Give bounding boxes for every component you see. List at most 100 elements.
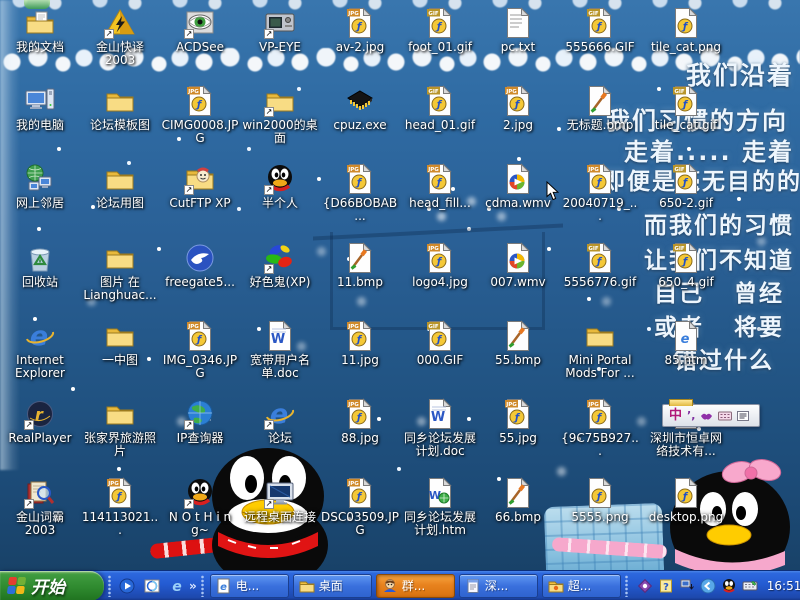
taskbar-task-3[interactable]: 群... <box>376 574 455 598</box>
tasks-grip[interactable] <box>201 575 204 597</box>
desktop-icon[interactable]: ƒdesktop.png <box>647 477 725 524</box>
desktop-icon[interactable]: JPGƒ55.jpg <box>479 398 557 445</box>
desktop-icon[interactable]: JPGƒIMG_0346.JPG <box>161 320 239 380</box>
desktop-icon[interactable]: cdma.wmv <box>479 163 557 210</box>
desktop-icon[interactable]: ↗win2000的桌面 <box>241 85 319 145</box>
desktop-icon[interactable]: JPGƒ20040719_... <box>561 163 639 223</box>
desktop-icon[interactable]: GIFƒfoot_01.gif <box>401 7 479 54</box>
desktop-icon[interactable]: cpuz.exe <box>321 85 399 132</box>
desktop-icon[interactable]: ↗半个人 <box>241 163 319 210</box>
desktop-icon[interactable]: GIFƒ650_4.gif <box>647 242 725 289</box>
desktop[interactable]: 我们沿着我们习惯的方向走着..... 走着即便是毫无目的的而我们的习惯让我们不知… <box>0 0 800 600</box>
desktop-icon[interactable]: r↗RealPlayer <box>1 398 79 445</box>
desktop-icon[interactable]: JPGƒ88.jpg <box>321 398 399 445</box>
desktop-icon[interactable]: 网上邻居 <box>1 163 79 210</box>
svg-text:GIF: GIF <box>674 246 685 252</box>
desktop-icon[interactable]: ↗CutFTP XP <box>161 163 239 210</box>
ime-punctuation-button[interactable]: ’, <box>687 410 695 421</box>
desktop-icon[interactable]: 图片 在 Lianghuac... <box>81 242 159 302</box>
desktop-icon[interactable]: ƒtile_cat.png <box>647 7 725 54</box>
wallpaper-text-line: 走着..... 走着 <box>624 132 794 167</box>
desktop-icon[interactable]: GIFƒ5556776.gif <box>561 242 639 289</box>
desktop-icon-label: 650-2.gif <box>647 197 725 210</box>
desktop-icon[interactable]: GIFƒ555666.GIF <box>561 7 639 54</box>
desktop-icon[interactable]: 007.wmv <box>479 242 557 289</box>
desktop-icon[interactable]: JPGƒ11.jpg <box>321 320 399 367</box>
desktop-icon[interactable]: Mini Portal Mods For ... <box>561 320 639 380</box>
desktop-icon[interactable]: W同乡论坛发展计划.doc <box>401 398 479 458</box>
ime-lips-icon[interactable] <box>700 406 713 425</box>
desktop-icon[interactable]: GIFƒ650-2.gif <box>647 163 725 210</box>
htm-icon: e <box>670 320 702 352</box>
desktop-icon[interactable]: 一中图 <box>81 320 159 367</box>
desktop-icon[interactable]: 我的文档 <box>1 7 79 54</box>
desktop-icon[interactable]: 张家界旅游照片 <box>81 398 159 458</box>
desktop-icon[interactable]: GIFƒ000.GIF <box>401 320 479 367</box>
desktop-icon[interactable]: JPGƒlogo4.jpg <box>401 242 479 289</box>
desktop-icon-label: foot_01.gif <box>401 41 479 54</box>
desktop-icon[interactable]: freegate5... <box>161 242 239 289</box>
desktop-icon[interactable]: 无标题.bmp <box>561 85 639 132</box>
internet-explorer-icon[interactable]: e <box>167 576 187 596</box>
desktop-icon[interactable]: W宽带用户名单.doc <box>241 320 319 380</box>
desktop-icon[interactable]: e↗论坛 <box>241 398 319 445</box>
taskbar-task-2[interactable]: 桌面 <box>293 574 372 598</box>
collapse-chevron-icon[interactable] <box>700 578 716 594</box>
dochtm-icon: W <box>424 477 456 509</box>
desktop-icon[interactable]: JPGƒhead_fill... <box>401 163 479 210</box>
desktop-icon[interactable]: JPGƒ2.jpg <box>479 85 557 132</box>
ime-mode-button[interactable]: 中 <box>669 409 682 422</box>
desktop-icon[interactable]: JPGƒ{D66BOBAB... <box>321 163 399 223</box>
purple-app-icon[interactable] <box>637 578 653 594</box>
desktop-icon[interactable]: ↗好色鬼(XP) <box>241 242 319 289</box>
desktop-icon[interactable]: JPGƒav-2.jpg <box>321 7 399 54</box>
start-button[interactable]: 开始 <box>0 571 104 600</box>
desktop-icon[interactable]: ↗金山词霸 2003 <box>1 477 79 537</box>
desktop-icon[interactable]: JPGƒ{9C75B927... <box>561 398 639 458</box>
desktop-icon[interactable]: 66.bmp <box>479 477 557 524</box>
desktop-icon[interactable]: 11.bmp <box>321 242 399 289</box>
ime-menu-icon[interactable] <box>737 406 749 425</box>
desktop-icon[interactable]: eInternet Explorer <box>1 320 79 380</box>
cuteftp-icon: ↗ <box>184 163 216 195</box>
help-note-icon[interactable]: ? <box>658 578 674 594</box>
taskbar-task-1[interactable]: e电... <box>210 574 289 598</box>
desktop-icon[interactable]: e85.htm <box>647 320 725 367</box>
desktop-icon[interactable]: JPGƒCIMG0008.JPG <box>161 85 239 145</box>
taskbar-task-5[interactable]: 超... <box>542 574 621 598</box>
svg-text:JPG: JPG <box>347 324 359 330</box>
desktop-icon[interactable]: ↗ACDSee <box>161 7 239 54</box>
display-arrow-icon[interactable] <box>679 578 695 594</box>
ime-language-bar[interactable]: 中 ’, <box>662 404 760 427</box>
desktop-icon[interactable]: ↗N O t H i n g~ <box>161 477 239 537</box>
kingsoft-icon: ↗ <box>104 7 136 39</box>
outlook-express-icon[interactable] <box>142 576 162 596</box>
desktop-icon[interactable]: 我的电脑 <box>1 85 79 132</box>
desktop-icon[interactable]: ↗远程桌面连接 <box>241 477 319 524</box>
desktop-icon[interactable]: W同乡论坛发展计划.htm <box>401 477 479 537</box>
desktop-icon[interactable]: 55.bmp <box>479 320 557 367</box>
desktop-icon[interactable]: ↗金山快译 2003 <box>81 7 159 67</box>
desktop-icon[interactable]: 回收站 <box>1 242 79 289</box>
tray-clock[interactable]: 16:51 <box>767 579 800 593</box>
quick-launch-overflow-chevron[interactable]: » <box>189 579 197 593</box>
quick-launch-grip[interactable] <box>108 575 111 597</box>
desktop-icon[interactable]: GIFƒtile_cat.gif <box>647 85 725 132</box>
desktop-icon[interactable]: pc.txt <box>479 7 557 54</box>
desktop-icon[interactable]: JPGƒDSC03509.JPG <box>321 477 399 537</box>
taskbar-task-4[interactable]: 深... <box>459 574 538 598</box>
desktop-icon[interactable]: 论坛用图 <box>81 163 159 210</box>
media-player-icon[interactable] <box>117 576 137 596</box>
svg-text:JPG: JPG <box>505 89 517 95</box>
svg-text:JPG: JPG <box>427 167 439 173</box>
ime-soft-keyboard-icon[interactable] <box>718 406 732 425</box>
desktop-icon-label: {9C75B927... <box>561 432 639 458</box>
desktop-icon[interactable]: ↗VP-EYE <box>241 7 319 54</box>
desktop-icon[interactable]: ƒ5555.png <box>561 477 639 524</box>
desktop-icon[interactable]: JPGƒ114113021... <box>81 477 159 537</box>
qq-icon[interactable] <box>721 578 737 594</box>
desktop-icon[interactable]: 论坛模板图 <box>81 85 159 132</box>
desktop-icon[interactable]: ↗IP查询器 <box>161 398 239 445</box>
ime-keyboard-icon[interactable] <box>742 578 758 594</box>
desktop-icon[interactable]: GIFƒhead_01.gif <box>401 85 479 132</box>
